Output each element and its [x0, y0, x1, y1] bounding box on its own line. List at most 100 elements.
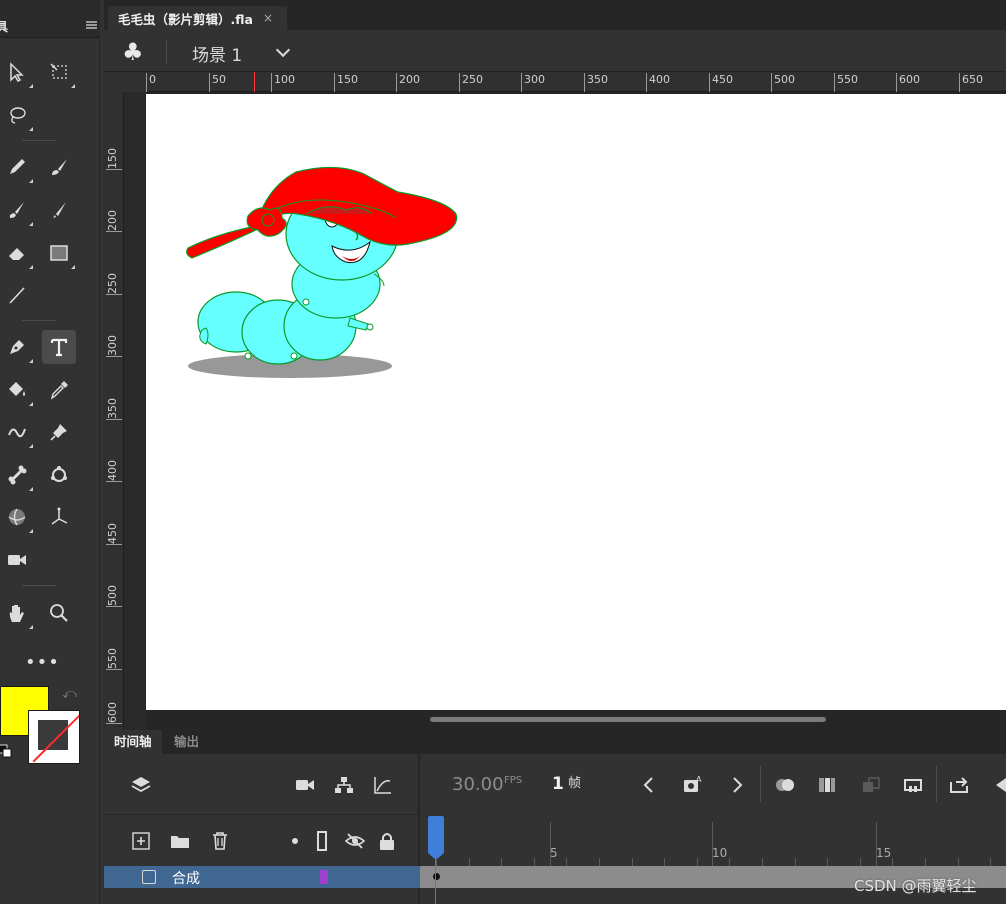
ruler-label: 450 [106, 523, 122, 545]
next-keyframe-icon[interactable] [726, 774, 748, 796]
layer-row[interactable]: 合成 [104, 866, 420, 888]
edit-multiple-frames-icon[interactable] [816, 774, 838, 796]
pen-tool[interactable] [0, 330, 34, 364]
rectangle-tool[interactable] [42, 236, 76, 270]
tab-timeline[interactable]: 时间轴 [104, 730, 162, 754]
rotate-tool[interactable] [42, 458, 76, 492]
3d-translation-tool[interactable] [42, 500, 76, 534]
eraser-tool[interactable] [0, 236, 34, 270]
paint-brush-tool[interactable] [42, 150, 76, 184]
camera-icon[interactable] [294, 774, 316, 796]
add-layer-icon[interactable] [130, 830, 152, 852]
lock-icon[interactable] [376, 830, 398, 852]
frame-tick [599, 858, 600, 866]
bone-tool[interactable] [0, 458, 34, 492]
graph-icon[interactable] [372, 774, 394, 796]
ruler-label: 600 [106, 702, 122, 724]
vertical-ruler[interactable]: 150 200 250 300 350 400 450 500 550 600 [104, 92, 124, 730]
brush-icon [9, 202, 24, 218]
center-frame-icon[interactable] [860, 774, 882, 796]
zoom-tool[interactable] [42, 596, 76, 630]
lasso-icon [10, 107, 26, 124]
current-frame-value[interactable]: 1 [552, 774, 564, 794]
stage-canvas[interactable] [146, 94, 1006, 710]
free-transform-tool[interactable] [42, 55, 76, 89]
eyedropper-icon [50, 381, 68, 400]
paint-bucket-tool[interactable] [0, 373, 34, 407]
controls-divider [936, 766, 937, 802]
width-tool[interactable] [0, 415, 34, 449]
asset-warp-tool[interactable] [42, 415, 76, 449]
folder-icon[interactable] [169, 830, 191, 852]
previous-keyframe-icon[interactable] [638, 774, 660, 796]
line-tool[interactable] [0, 278, 34, 312]
horizontal-ruler[interactable]: 0 50 100 150 200 250 300 350 400 450 500… [146, 72, 1006, 92]
close-icon[interactable]: × [263, 11, 273, 25]
frame-tick [957, 858, 959, 866]
document-tab-label: 毛毛虫（影片剪辑）.fla [118, 11, 253, 27]
frame-ruler[interactable]: 5 10 15 [420, 814, 1006, 866]
scene-label[interactable]: 场景 1 [192, 41, 242, 66]
arrow-icon [10, 62, 24, 82]
camera-icon [8, 555, 26, 565]
frame-number: 5 [550, 846, 558, 860]
ruler-label: 550 [106, 648, 122, 670]
visibility-off-icon[interactable] [344, 830, 366, 852]
stroke-color-swatch[interactable] [28, 710, 80, 764]
scene-icon[interactable]: ♣ [122, 38, 144, 66]
ruler-label: 500 [106, 585, 122, 607]
parenting-icon[interactable] [333, 774, 355, 796]
ruler-label: 150 [334, 73, 358, 92]
insert-keyframe-icon[interactable]: A [682, 774, 704, 796]
fluid-brush-tool[interactable] [42, 193, 76, 227]
play-reverse-icon[interactable] [990, 774, 1006, 796]
hand-tool[interactable] [0, 596, 34, 630]
ruler-label: 500 [771, 73, 795, 92]
layer-name[interactable]: 合成 [172, 868, 200, 888]
document-tab[interactable]: 毛毛虫（影片剪辑）.fla × [108, 6, 288, 30]
ruler-label: 450 [709, 73, 733, 92]
ruler-label: 400 [106, 460, 122, 482]
frame-tick [501, 858, 503, 866]
panel-menu-icon[interactable] [86, 21, 97, 29]
ruler-label: 650 [959, 73, 983, 92]
text-tool[interactable] [42, 330, 76, 364]
fps-value[interactable]: 30.00 [452, 774, 504, 795]
brush-tool[interactable] [0, 193, 34, 227]
ruler-label: 250 [459, 73, 483, 92]
default-colors-icon[interactable] [0, 744, 12, 758]
camera-tool[interactable] [0, 543, 34, 577]
caterpillar-character[interactable] [186, 134, 476, 389]
ruler-label: 100 [271, 73, 295, 92]
frame-number: 15 [876, 846, 892, 860]
horizontal-scrollbar[interactable] [430, 717, 826, 722]
trash-icon[interactable] [209, 830, 231, 852]
ruler-label: 550 [834, 73, 858, 92]
paint-brush-icon [52, 159, 67, 175]
outline-icon[interactable] [311, 830, 333, 852]
playhead[interactable] [428, 816, 444, 860]
tab-output[interactable]: 输出 [164, 730, 209, 754]
frame-tick [664, 858, 666, 866]
highlight-dot-icon[interactable] [284, 830, 306, 852]
selection-tool[interactable] [0, 55, 34, 89]
lasso-tool[interactable] [0, 98, 34, 132]
pencil-tool[interactable] [0, 150, 34, 184]
insert-frame-icon[interactable] [948, 774, 970, 796]
frame-tick [566, 858, 568, 866]
pen-icon [10, 340, 24, 354]
eyedropper-tool[interactable] [42, 373, 76, 407]
width-icon [8, 428, 26, 438]
chevron-down-icon[interactable] [275, 42, 291, 58]
more-tools-button[interactable]: ••• [25, 652, 60, 673]
frame-tick [990, 858, 992, 866]
swap-colors-icon[interactable]: ⤺ [62, 686, 77, 702]
onion-skin-icon[interactable] [774, 774, 796, 796]
layer-color-swatch[interactable] [320, 870, 328, 884]
loop-icon[interactable] [902, 774, 924, 796]
layers-icon[interactable] [130, 774, 152, 796]
transform-icon [50, 63, 67, 79]
ruler-label: 150 [106, 148, 122, 170]
3d-rotation-tool[interactable] [0, 500, 34, 534]
fps-unit-label: FPS [504, 775, 523, 786]
